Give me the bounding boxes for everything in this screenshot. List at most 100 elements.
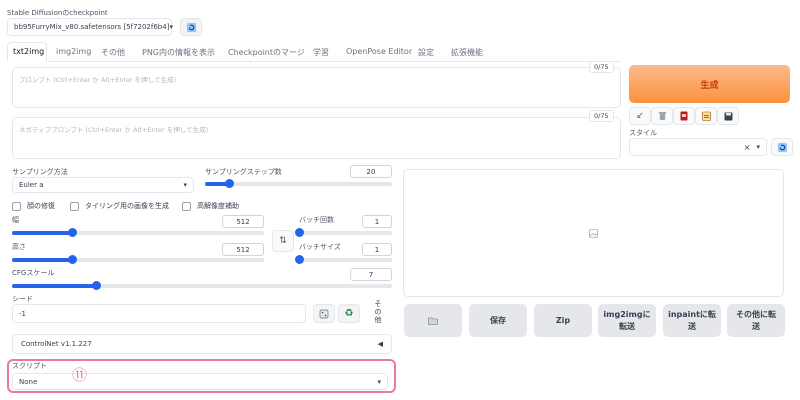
close-icon[interactable]: × (744, 143, 751, 152)
tab-0[interactable]: txt2img (13, 47, 44, 56)
send-to-extras-label: その他に転 送 (736, 309, 776, 331)
height-label: 高さ (12, 243, 26, 251)
reuse-seed-button[interactable]: ♻ (338, 304, 360, 323)
swap-icon: ⇅ (279, 236, 287, 246)
card-icon (680, 111, 688, 121)
tab-7[interactable]: 設定 (418, 47, 434, 58)
checkpoint-refresh-button[interactable] (180, 18, 202, 36)
controlnet-accordion[interactable]: ControlNet v1.1.227 ◀ (12, 334, 392, 354)
slider-thumb[interactable] (225, 179, 235, 188)
height-slider[interactable] (12, 255, 264, 264)
save-style-button[interactable] (717, 107, 739, 125)
save-button[interactable]: 保存 (469, 304, 527, 337)
tab-8[interactable]: 拡張機能 (451, 47, 483, 58)
cfg-label: CFGスケール (12, 269, 55, 277)
steps-input[interactable]: 20 (350, 165, 392, 178)
steps-slider[interactable] (205, 179, 392, 188)
seed-label: シード (12, 295, 33, 303)
slider-thumb[interactable] (91, 281, 101, 290)
batch-count-input[interactable]: 1 (362, 215, 392, 228)
send-to-img2img-button[interactable]: img2imgに 転送 (598, 304, 656, 337)
chevron-down-icon: ▾ (183, 181, 187, 189)
recycle-icon: ♻ (344, 308, 354, 319)
height-input[interactable]: 512 (222, 243, 264, 256)
folder-icon (428, 317, 438, 325)
arrow-icon: ↙ (636, 111, 644, 121)
tab-1[interactable]: img2img (56, 47, 91, 56)
slider-thumb[interactable] (68, 255, 78, 264)
prompt-textarea[interactable]: プロンプト (Ctrl+Enter か Alt+Enter を押して生成) (12, 67, 621, 108)
save-icon (724, 112, 732, 120)
random-seed-button[interactable] (313, 304, 335, 323)
clipboard-icon (701, 111, 711, 121)
negative-prompt-placeholder: ネガティブプロンプト (Ctrl+Enter か Alt+Enter を押して生… (19, 126, 209, 134)
checkbox-label: タイリング用の画像を生成 (85, 202, 169, 210)
tab-3[interactable]: PNG内の情報を表示 (142, 47, 215, 58)
script-select[interactable]: None ▾ (12, 373, 388, 390)
width-slider[interactable] (12, 228, 264, 237)
read-params-button[interactable]: ↙ (629, 107, 651, 125)
script-value: None (19, 377, 38, 386)
slider-thumb[interactable] (295, 255, 304, 264)
image-gallery[interactable] (403, 169, 784, 297)
controlnet-label: ControlNet v1.1.227 (21, 340, 92, 348)
sampler-label: サンプリング方法 (12, 168, 68, 176)
batch-size-slider[interactable] (295, 255, 392, 264)
prompt-placeholder: プロンプト (Ctrl+Enter か Alt+Enter を押して生成) (19, 76, 177, 84)
cfg-input[interactable]: 7 (350, 268, 392, 281)
restore-faces-checkbox[interactable]: 顔の修復 (12, 201, 55, 211)
chevron-down-icon: ▾ (756, 143, 760, 151)
script-label: スクリプト (12, 362, 47, 370)
tab-2[interactable]: その他 (101, 47, 125, 58)
batch-size-label: バッチサイズ (299, 243, 341, 251)
batch-count-slider[interactable] (295, 228, 392, 237)
style-label: スタイル (629, 129, 657, 137)
tiling-checkbox[interactable]: タイリング用の画像を生成 (70, 201, 169, 211)
generate-button[interactable]: 生成 (629, 65, 790, 103)
send-to-inpaint-label: inpaintに転 送 (668, 309, 716, 331)
save-label: 保存 (490, 315, 506, 325)
clear-prompt-button[interactable] (651, 107, 673, 125)
checkpoint-label: Stable Diffusionのcheckpoint (7, 9, 108, 17)
slider-thumb[interactable] (295, 228, 304, 237)
extra-networks-button[interactable] (673, 107, 695, 125)
image-icon (589, 228, 598, 238)
checkpoint-value: bb95FurryMix_v80.safetensors [5f7202f6b4… (14, 23, 170, 31)
width-label: 幅 (12, 216, 19, 224)
send-to-inpaint-button[interactable]: inpaintに転 送 (663, 304, 721, 337)
swap-dimensions-button[interactable]: ⇅ (272, 230, 294, 252)
negative-prompt-token-count: 0/75 (589, 110, 614, 122)
send-to-extras-button[interactable]: その他に転 送 (727, 304, 785, 337)
seed-input[interactable]: -1 (12, 304, 306, 323)
slider-thumb[interactable] (68, 228, 78, 237)
tab-6[interactable]: OpenPose Editor (346, 47, 412, 56)
sampler-select[interactable]: Euler a ▾ (12, 177, 194, 193)
generate-label: 生成 (700, 80, 719, 91)
width-input[interactable]: 512 (222, 215, 264, 228)
steps-label: サンプリングステップ数 (205, 168, 282, 176)
checkbox-label: 顔の修復 (27, 202, 55, 210)
seed-value: -1 (19, 309, 26, 318)
checkbox-label: 高解像度補助 (197, 202, 239, 210)
checkbox-box[interactable] (12, 201, 21, 211)
checkbox-box[interactable] (182, 201, 191, 211)
zip-button[interactable]: Zip (534, 304, 592, 337)
open-folder-button[interactable] (404, 304, 462, 337)
tab-4[interactable]: Checkpointのマージ (228, 47, 305, 58)
checkpoint-select[interactable]: bb95FurryMix_v80.safetensors [5f7202f6b4… (7, 18, 173, 36)
trash-icon (658, 112, 666, 121)
checkbox-box[interactable] (70, 201, 79, 211)
refresh-icon (186, 22, 196, 32)
hires-fix-checkbox[interactable]: 高解像度補助 (182, 201, 239, 211)
tab-5[interactable]: 学習 (313, 47, 329, 58)
cfg-slider[interactable] (12, 281, 392, 290)
style-refresh-button[interactable] (771, 138, 793, 156)
seed-extra-toggle[interactable]: その他 (373, 300, 383, 324)
style-select[interactable]: × ▾ (629, 138, 767, 156)
apply-style-button[interactable] (695, 107, 717, 125)
batch-size-input[interactable]: 1 (362, 243, 392, 256)
chevron-down-icon: ▾ (377, 377, 381, 386)
negative-prompt-textarea[interactable]: ネガティブプロンプト (Ctrl+Enter か Alt+Enter を押して生… (12, 117, 621, 159)
refresh-icon (777, 142, 787, 152)
annotation-number: ⑪ (72, 366, 88, 384)
